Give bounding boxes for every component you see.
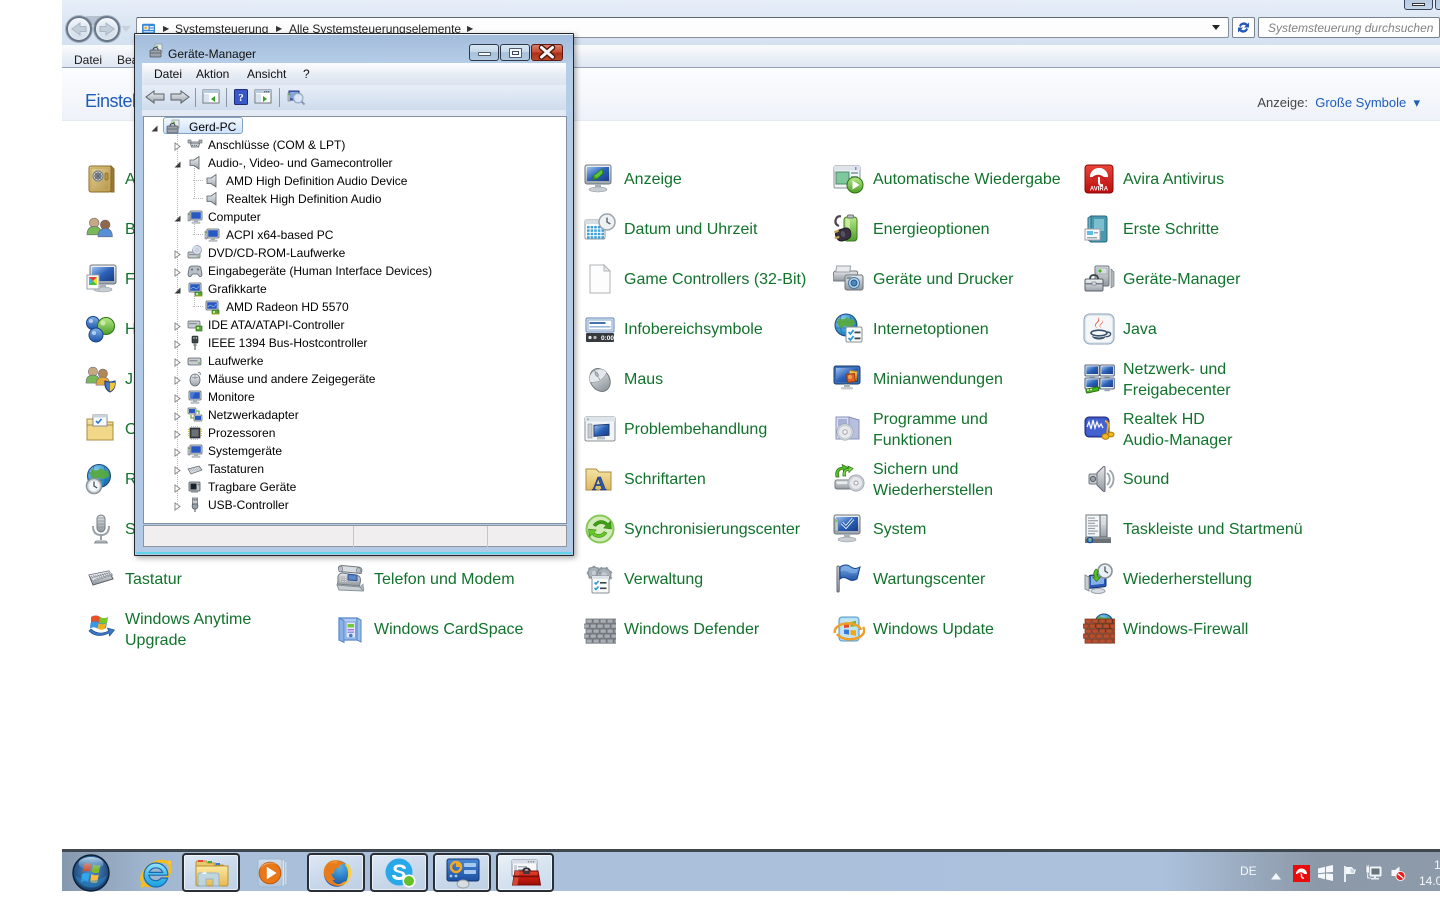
svg-text:A: A xyxy=(592,473,607,495)
svg-text:0:00: 0:00 xyxy=(601,335,614,342)
svg-text:?: ? xyxy=(238,92,244,104)
svg-text:AVIRA: AVIRA xyxy=(1090,187,1109,193)
